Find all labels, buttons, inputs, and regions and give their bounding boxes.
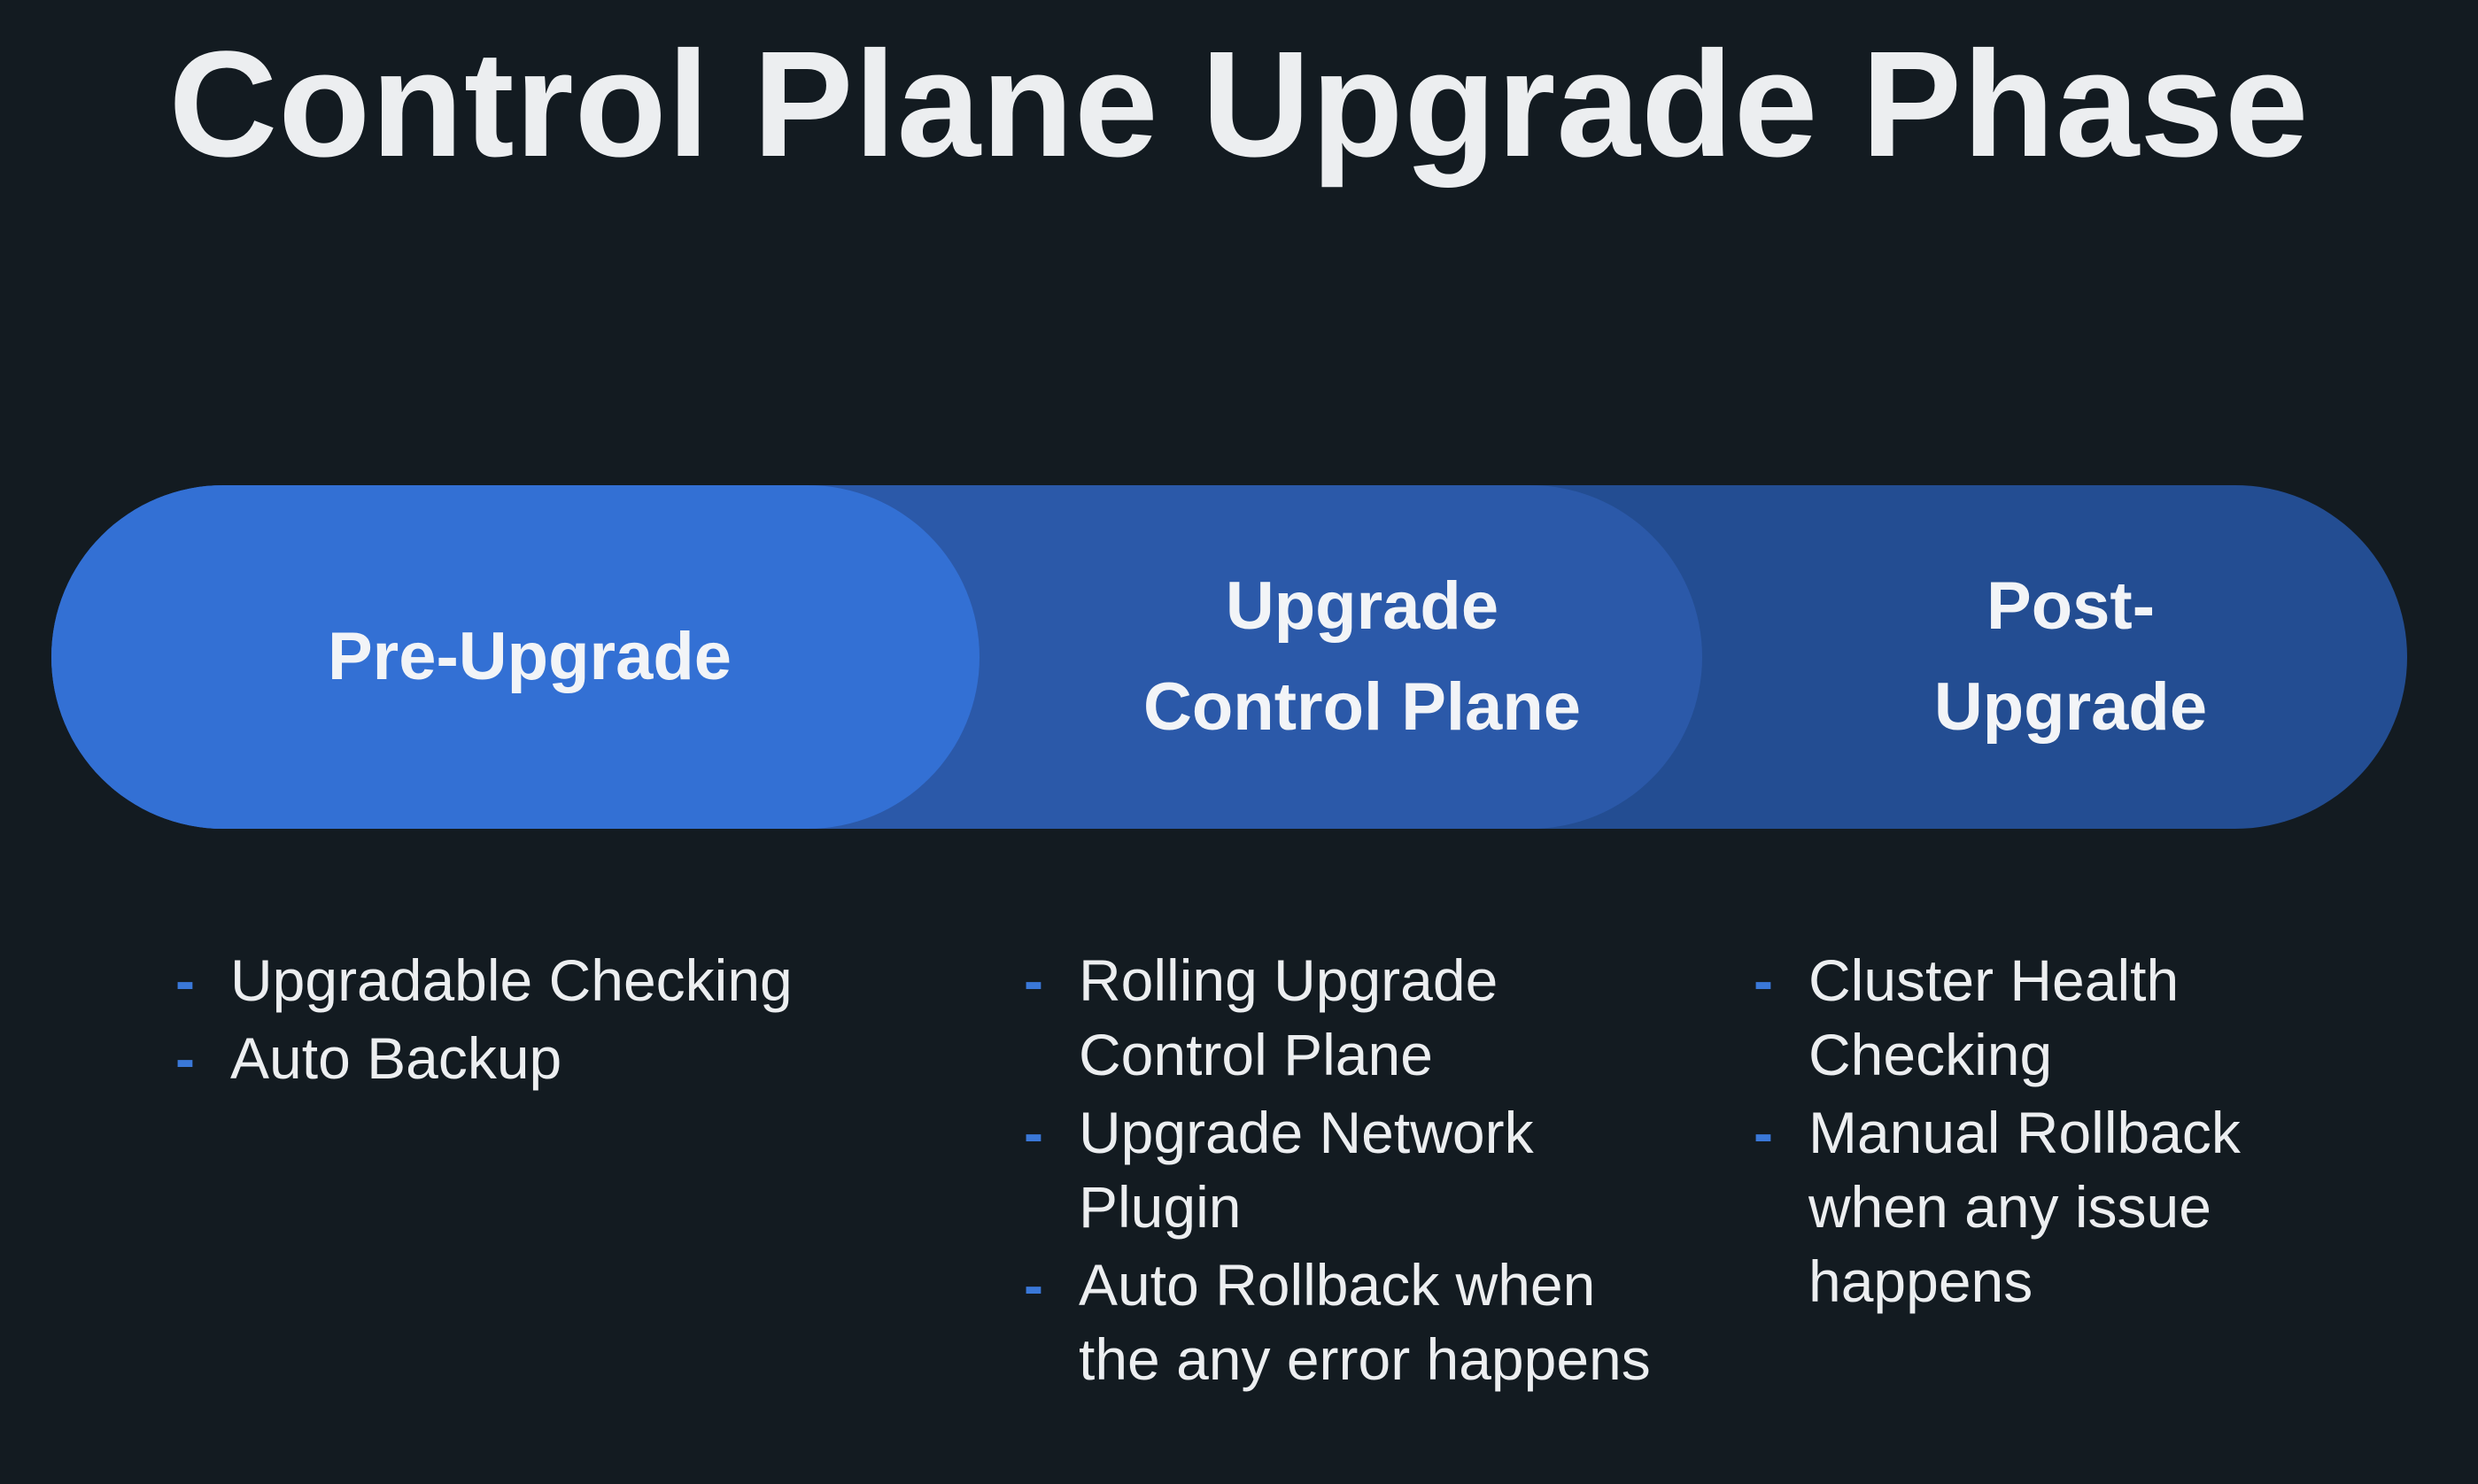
dash-bullet: - — [1754, 1100, 1773, 1165]
list-item-text: Manual Rollback when any issue happens — [1808, 1100, 2241, 1314]
phase-label-upgrade-control-plane: Upgrade Control Plane — [1142, 568, 1582, 745]
phase-pipeline: Post- Upgrade Upgrade Control Plane Pre-… — [51, 485, 2407, 829]
list-item-text: Upgradable Checking — [230, 947, 793, 1013]
list-item: - Rolling Upgrade Control Plane — [1024, 943, 1661, 1092]
list-item: - Cluster Health Checking — [1754, 943, 2391, 1092]
list-item-text: Cluster Health Checking — [1808, 947, 2180, 1087]
phase-label-post-upgrade: Post- Upgrade — [1933, 568, 2208, 745]
phase-label-pre-upgrade: Pre-Upgrade — [327, 619, 732, 694]
list-item: - Auto Rollback when the any error happen… — [1024, 1248, 1661, 1396]
list-item-text: Auto Backup — [230, 1025, 562, 1091]
list-item-text: Upgrade Network Plugin — [1079, 1100, 1534, 1240]
list-item: - Upgrade Network Plugin — [1024, 1095, 1661, 1244]
page-title: Control Plane Upgrade Phase — [168, 20, 2310, 189]
upgrade-control-plane-list: - Rolling Upgrade Control Plane - Upgrade … — [1024, 943, 1661, 1400]
dash-bullet: - — [175, 1025, 195, 1091]
pre-upgrade-list: - Upgradable Checking - Auto Backup — [175, 943, 937, 1099]
dash-bullet: - — [1024, 1252, 1043, 1318]
dash-bullet: - — [1024, 947, 1043, 1013]
post-upgrade-list: - Cluster Health Checking - Manual Rollbac… — [1754, 943, 2391, 1322]
list-item: - Manual Rollback when any issue happens — [1754, 1095, 2391, 1318]
list-item: - Upgradable Checking — [175, 943, 937, 1017]
list-item-text: Auto Rollback when the any error happens — [1079, 1252, 1651, 1392]
list-item-text: Rolling Upgrade Control Plane — [1079, 947, 1498, 1087]
dash-bullet: - — [1024, 1100, 1043, 1165]
dash-bullet: - — [1754, 947, 1773, 1013]
phase-pre-upgrade: Pre-Upgrade — [51, 485, 980, 829]
list-item: - Auto Backup — [175, 1021, 937, 1095]
dash-bullet: - — [175, 947, 195, 1013]
